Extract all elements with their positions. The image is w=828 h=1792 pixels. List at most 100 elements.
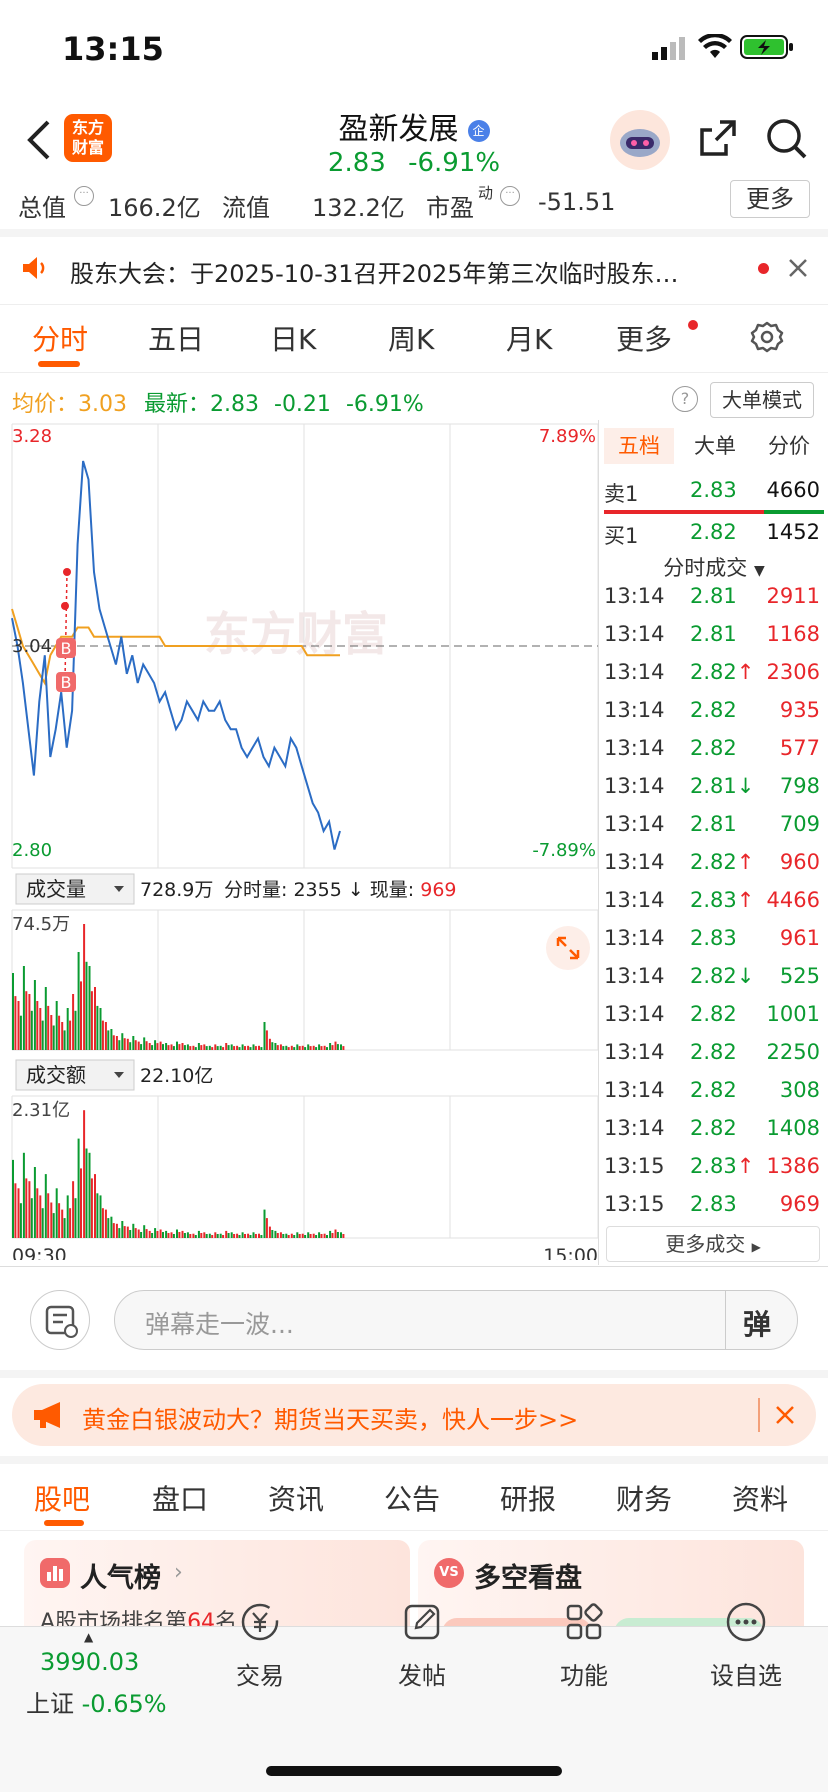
search-icon[interactable] xyxy=(764,116,808,164)
volume-bar xyxy=(41,1208,44,1238)
volume-bar xyxy=(323,1233,326,1238)
share-icon[interactable] xyxy=(696,116,740,164)
notice-text[interactable]: 股东大会：于2025-10-31召开2025年第三次临时股东… xyxy=(70,254,730,289)
volume-bar xyxy=(25,1178,28,1238)
info-dots-icon[interactable]: ··· xyxy=(74,186,94,206)
volume-bar xyxy=(331,1233,334,1238)
tab-weekly-k[interactable]: 周K xyxy=(388,318,434,358)
volume-bar xyxy=(301,1045,304,1050)
trade-time: 13:15 xyxy=(604,1154,665,1178)
battery-icon xyxy=(740,34,794,64)
volume-bar xyxy=(211,1235,214,1238)
trade-row: 13:14 2.82 308 xyxy=(604,1078,824,1116)
bid-ask-bar xyxy=(604,510,824,514)
intraday-chart[interactable]: 东方财富 B B 3.28 7.89% 3.04 2.80 -7.89% 成交量… xyxy=(0,420,600,1260)
trade-row: 13:14 2.82 2250 xyxy=(604,1040,824,1078)
settings-gear-icon[interactable] xyxy=(750,320,784,358)
volume-bar xyxy=(66,1195,69,1238)
trade-volume: 2250 xyxy=(766,1040,820,1064)
volume-bar xyxy=(17,1188,20,1238)
volume-bar xyxy=(58,1015,61,1050)
volume-bar xyxy=(194,1235,197,1238)
volume-bar xyxy=(282,1046,285,1050)
tab-finance[interactable]: 财务 xyxy=(616,1478,672,1518)
trade-price: 2.82↑ xyxy=(690,660,755,684)
volume-bar xyxy=(247,1045,250,1050)
more-trades-button[interactable]: 更多成交 ▶ xyxy=(606,1226,820,1262)
side-tab-price-dist[interactable]: 分价 xyxy=(754,428,824,464)
assistant-avatar[interactable] xyxy=(610,110,670,170)
volume-bar xyxy=(260,1235,263,1238)
trade-button[interactable]: 交易 xyxy=(210,1600,310,1691)
more-stats-button[interactable]: 更多 xyxy=(730,180,810,218)
vs-icon: VS xyxy=(434,1558,464,1588)
tab-monthly-k[interactable]: 月K xyxy=(506,318,552,358)
functions-button[interactable]: 功能 xyxy=(534,1600,634,1691)
volume-bar xyxy=(290,1045,293,1050)
volume-bar xyxy=(233,1046,236,1050)
danmu-toggle-button[interactable]: 弹 xyxy=(743,1303,771,1343)
side-tab-big-order[interactable]: 大单 xyxy=(680,428,750,464)
volume-bar xyxy=(134,1040,137,1050)
trade-volume: 969 xyxy=(779,1192,820,1216)
trade-row: 13:14 2.82 1001 xyxy=(604,1002,824,1040)
danmu-list-icon[interactable] xyxy=(30,1290,90,1350)
volume-bar xyxy=(178,1044,181,1050)
help-icon[interactable]: ? xyxy=(672,386,698,412)
volume-bar xyxy=(282,1234,285,1238)
volume-bar xyxy=(115,1036,118,1050)
trades-title[interactable]: 分时成交 ▼ xyxy=(604,552,824,582)
tab-pankou[interactable]: 盘口 xyxy=(152,1478,208,1518)
amount-selector[interactable]: 成交额 xyxy=(15,1059,135,1091)
time-end-label: 15:00 xyxy=(543,1245,598,1260)
close-icon[interactable] xyxy=(786,256,810,284)
tab-guba[interactable]: 股吧 xyxy=(34,1478,90,1518)
trade-time: 13:14 xyxy=(604,1040,665,1064)
danmu-input[interactable]: 弹幕走一波... 弹 xyxy=(114,1290,798,1350)
volume-selector[interactable]: 成交量 xyxy=(15,873,135,905)
side-tab-five-levels[interactable]: 五档 xyxy=(604,428,674,464)
tab-news[interactable]: 资讯 xyxy=(268,1478,324,1518)
volume-bar xyxy=(148,1043,151,1050)
trade-time: 13:14 xyxy=(604,660,665,684)
big-order-mode-button[interactable]: 大单模式 xyxy=(710,382,814,418)
volume-bar xyxy=(14,996,17,1050)
info-dots-icon[interactable]: ··· xyxy=(500,186,520,206)
ad-banner[interactable]: 黄金白银波动大？期货当天买卖，快人一步>> xyxy=(12,1384,816,1446)
volume-bar xyxy=(36,1001,39,1050)
add-watchlist-button[interactable]: 设自选 xyxy=(696,1600,796,1691)
time-start-label: 09:30 xyxy=(12,1245,67,1260)
trade-row: 13:14 2.82↓ 525 xyxy=(604,964,824,1002)
header-price: 2.83 xyxy=(327,148,386,178)
volume-bar xyxy=(99,1195,102,1238)
tab-more[interactable]: 更多 xyxy=(616,318,672,358)
tab-five-day[interactable]: 五日 xyxy=(148,318,204,358)
volume-bar xyxy=(312,1233,315,1238)
volume-bar xyxy=(94,987,96,1050)
volume-bar xyxy=(159,1041,162,1050)
post-button[interactable]: 发帖 xyxy=(372,1600,472,1691)
close-icon[interactable] xyxy=(774,1404,796,1430)
tab-announcements[interactable]: 公告 xyxy=(384,1478,440,1518)
buy-marker[interactable]: B xyxy=(56,672,76,692)
buy-marker[interactable]: B xyxy=(56,638,76,658)
grid-icon xyxy=(566,1603,603,1640)
tab-research[interactable]: 研报 xyxy=(500,1478,556,1518)
expand-icon[interactable] xyxy=(546,926,590,970)
trade-time: 13:14 xyxy=(604,1078,665,1102)
volume-bar xyxy=(189,1234,192,1238)
tab-daily-k[interactable]: 日K xyxy=(270,318,316,358)
trade-volume: 2911 xyxy=(766,584,820,608)
home-indicator xyxy=(266,1766,562,1776)
volume-bar xyxy=(287,1047,290,1050)
volume-bar xyxy=(69,1020,72,1050)
volume-bar xyxy=(192,1233,195,1238)
volume-bar xyxy=(214,1044,217,1050)
volume-bar xyxy=(285,1233,288,1238)
volume-bar xyxy=(44,987,47,1050)
tab-profile[interactable]: 资料 xyxy=(732,1478,788,1518)
tab-intraday[interactable]: 分时 xyxy=(32,318,88,358)
volume-bar xyxy=(63,1218,66,1238)
volume-bar xyxy=(304,1047,307,1050)
volume-bar xyxy=(222,1235,225,1238)
